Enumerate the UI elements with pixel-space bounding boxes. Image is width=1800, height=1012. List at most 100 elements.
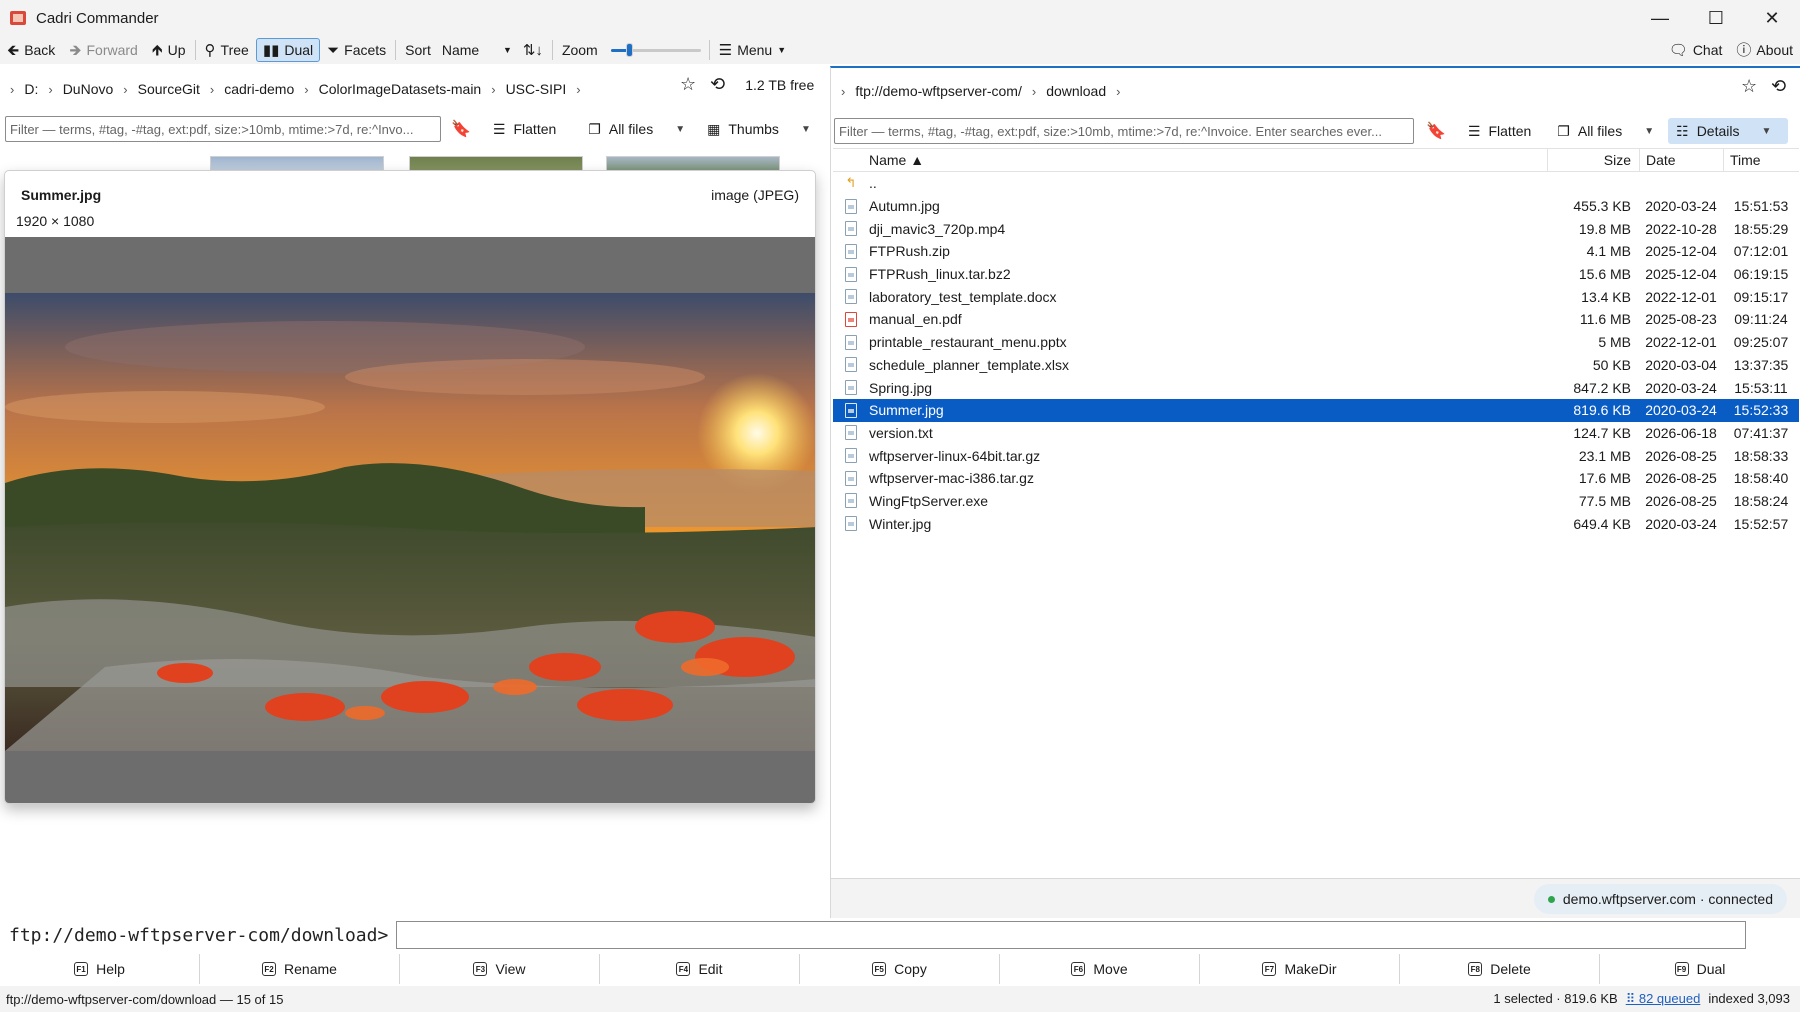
scope-select[interactable]: ❐ All files ▼	[580, 116, 693, 142]
fkey-copy-button[interactable]: F5 Copy	[800, 954, 1000, 984]
file-date: 2020-03-24	[1645, 515, 1717, 532]
table-row[interactable]: manual_en.pdf 11.6 MB 2025-08-23 09:11:24	[833, 308, 1799, 331]
key-f1-icon: F1	[74, 962, 89, 976]
arrow-up-icon: 🡹	[151, 41, 163, 59]
minimize-button[interactable]: —	[1632, 0, 1688, 36]
view-mode-select[interactable]: ☷ Details ▼	[1668, 118, 1789, 144]
row-icon-cell	[833, 357, 869, 373]
sort-direction-button[interactable]: ⇅↓	[516, 38, 550, 62]
scope-select[interactable]: ❐ All files ▼	[1549, 118, 1662, 144]
window-title: Cadri Commander	[36, 9, 159, 27]
zoom-slider[interactable]	[610, 38, 701, 62]
sort-select[interactable]: Name ▼	[438, 38, 516, 62]
flatten-button[interactable]: ☰ Flatten	[485, 116, 564, 142]
pane-footer: demo.wftpserver.com · connected	[831, 878, 1800, 920]
fkey-edit-button[interactable]: F4 Edit	[600, 954, 800, 984]
fkey-view-button[interactable]: F3 View	[400, 954, 600, 984]
filter-input[interactable]: Filter — terms, #tag, -#tag, ext:pdf, si…	[5, 116, 441, 142]
close-button[interactable]: ✕	[1744, 0, 1800, 36]
fkey-delete-button[interactable]: F8 Delete	[1400, 954, 1600, 984]
table-row[interactable]: laboratory_test_template.docx 13.4 KB 2022…	[833, 285, 1799, 308]
function-key-bar: F1 Help F2 Rename F3 View F4 Edit F5 Copy F6 Move F7…	[0, 954, 1800, 984]
zoom-slider-thumb[interactable]	[625, 43, 633, 57]
fkey-help-button[interactable]: F1 Help	[0, 954, 200, 984]
chevron-right-icon: ›	[10, 81, 15, 97]
view-mode-select[interactable]: ▦ Thumbs ▼	[699, 116, 819, 142]
column-header-size[interactable]: Size	[1547, 148, 1639, 172]
right-pane-actions: ☆ ⟲	[1741, 76, 1786, 97]
bookmark-icon[interactable]: 🔖	[451, 119, 471, 139]
table-row[interactable]: wftpserver-linux-64bit.tar.gz 23.1 MB 2026…	[833, 444, 1799, 467]
table-row[interactable]: schedule_planner_template.xlsx 50 KB 2020-…	[833, 354, 1799, 377]
table-row[interactable]: Summer.jpg 819.6 KB 2020-03-24 15:52:33	[833, 398, 1799, 422]
fkey-dual-button[interactable]: F9 Dual	[1600, 954, 1800, 984]
column-header-time[interactable]: Time	[1723, 148, 1799, 172]
table-row[interactable]: printable_restaurant_menu.pptx 5 MB 2022-1…	[833, 331, 1799, 354]
breadcrumb-item[interactable]: download	[1046, 83, 1106, 99]
flatten-button[interactable]: ☰ Flatten	[1460, 118, 1539, 144]
table-row[interactable]: Winter.jpg 649.4 KB 2020-03-24 15:52:57	[833, 512, 1799, 535]
column-header-date[interactable]: Date	[1639, 148, 1723, 172]
copy-icon: ❐	[1557, 122, 1570, 139]
fkey-label: Copy	[894, 961, 927, 977]
breadcrumb-item[interactable]: D:	[24, 81, 38, 97]
table-row[interactable]: version.txt 124.7 KB 2026-06-18 07:41:37	[833, 422, 1799, 445]
facets-button[interactable]: ⏷ Facets	[320, 38, 393, 62]
breadcrumb-item[interactable]: ftp://demo-wftpserver-com/	[855, 83, 1022, 99]
bookmark-icon[interactable]: 🔖	[1426, 121, 1446, 141]
chevron-right-icon: ›	[491, 81, 496, 97]
back-button[interactable]: 🡸 Back	[0, 38, 62, 62]
star-icon[interactable]: ☆	[680, 74, 696, 95]
menu-button[interactable]: ☰ Menu ▼	[712, 38, 793, 62]
file-zip-icon	[845, 243, 857, 259]
dual-button[interactable]: ▮▮ Dual	[255, 38, 321, 62]
chevron-down-icon: ▼	[675, 123, 686, 135]
command-input[interactable]	[396, 921, 1747, 949]
column-header-name[interactable]: Name ▲	[869, 148, 1547, 172]
info-icon: ⓘ	[1736, 41, 1752, 59]
list-icon: ☰	[492, 120, 506, 137]
breadcrumb-item[interactable]: USC-SIPI	[506, 81, 567, 97]
app-logo-icon	[10, 11, 26, 25]
about-button[interactable]: ⓘ About	[1729, 38, 1800, 62]
toolbar-divider	[395, 40, 397, 60]
breadcrumb-item[interactable]: cadri-demo	[224, 81, 294, 97]
history-icon[interactable]: ⟲	[710, 74, 725, 95]
status-bar: ftp://demo-wftpserver-com/download — 15 …	[0, 986, 1800, 1012]
file-size: 4.1 MB	[1586, 243, 1631, 260]
table-row-parent-dir[interactable]: ↰..	[833, 172, 1799, 195]
file-img-icon	[845, 198, 857, 214]
history-icon[interactable]: ⟲	[1771, 76, 1786, 97]
star-icon[interactable]: ☆	[1741, 76, 1757, 97]
table-row[interactable]: WingFtpServer.exe 77.5 MB 2026-08-25 18:58:…	[833, 490, 1799, 513]
fkey-makedir-button[interactable]: F7 MakeDir	[1200, 954, 1400, 984]
table-row[interactable]: Spring.jpg 847.2 KB 2020-03-24 15:53:11	[833, 376, 1799, 399]
file-size: 15.6 MB	[1578, 266, 1631, 283]
table-row[interactable]: FTPRush.zip 4.1 MB 2025-12-04 07:12:01	[833, 240, 1799, 263]
grid-icon: ▦	[707, 120, 721, 137]
breadcrumb-item[interactable]: SourceGit	[138, 81, 200, 97]
file-time: 18:58:40	[1733, 470, 1789, 487]
file-date: 2025-08-23	[1645, 311, 1717, 328]
chat-button[interactable]: 🗨 Chat	[1662, 38, 1730, 62]
table-row[interactable]: FTPRush_linux.tar.bz2 15.6 MB 2025-12-04 06…	[833, 263, 1799, 286]
queue-link[interactable]: ⠿ 82 queued	[1626, 991, 1701, 1007]
table-row[interactable]: Autumn.jpg 455.3 KB 2020-03-24 15:51:53	[833, 195, 1799, 218]
up-button[interactable]: 🡹 Up	[145, 38, 193, 62]
table-row[interactable]: wftpserver-mac-i386.tar.gz 17.6 MB 2026-08…	[833, 467, 1799, 490]
fkey-move-button[interactable]: F6 Move	[1000, 954, 1200, 984]
forward-button[interactable]: 🡺 Forward	[62, 38, 145, 62]
file-date: 2020-03-24	[1645, 198, 1717, 215]
breadcrumb-item[interactable]: ColorImageDatasets-main	[319, 81, 482, 97]
key-f7-icon: F7	[1262, 962, 1277, 976]
table-row[interactable]: dji_mavic3_720p.mp4 19.8 MB 2022-10-28 18:5…	[833, 217, 1799, 240]
breadcrumb-item[interactable]: DuNovo	[63, 81, 114, 97]
file-time: 07:41:37	[1733, 424, 1789, 441]
file-name: Summer.jpg	[869, 402, 944, 419]
tree-button[interactable]: ⚲ Tree	[198, 38, 256, 62]
fkey-rename-button[interactable]: F2 Rename	[200, 954, 400, 984]
filter-input[interactable]: Filter — terms, #tag, -#tag, ext:pdf, si…	[834, 118, 1414, 144]
maximize-button[interactable]: ☐	[1688, 0, 1744, 36]
tree-icon: ⚲	[204, 41, 216, 59]
toolbar-divider	[708, 40, 710, 60]
